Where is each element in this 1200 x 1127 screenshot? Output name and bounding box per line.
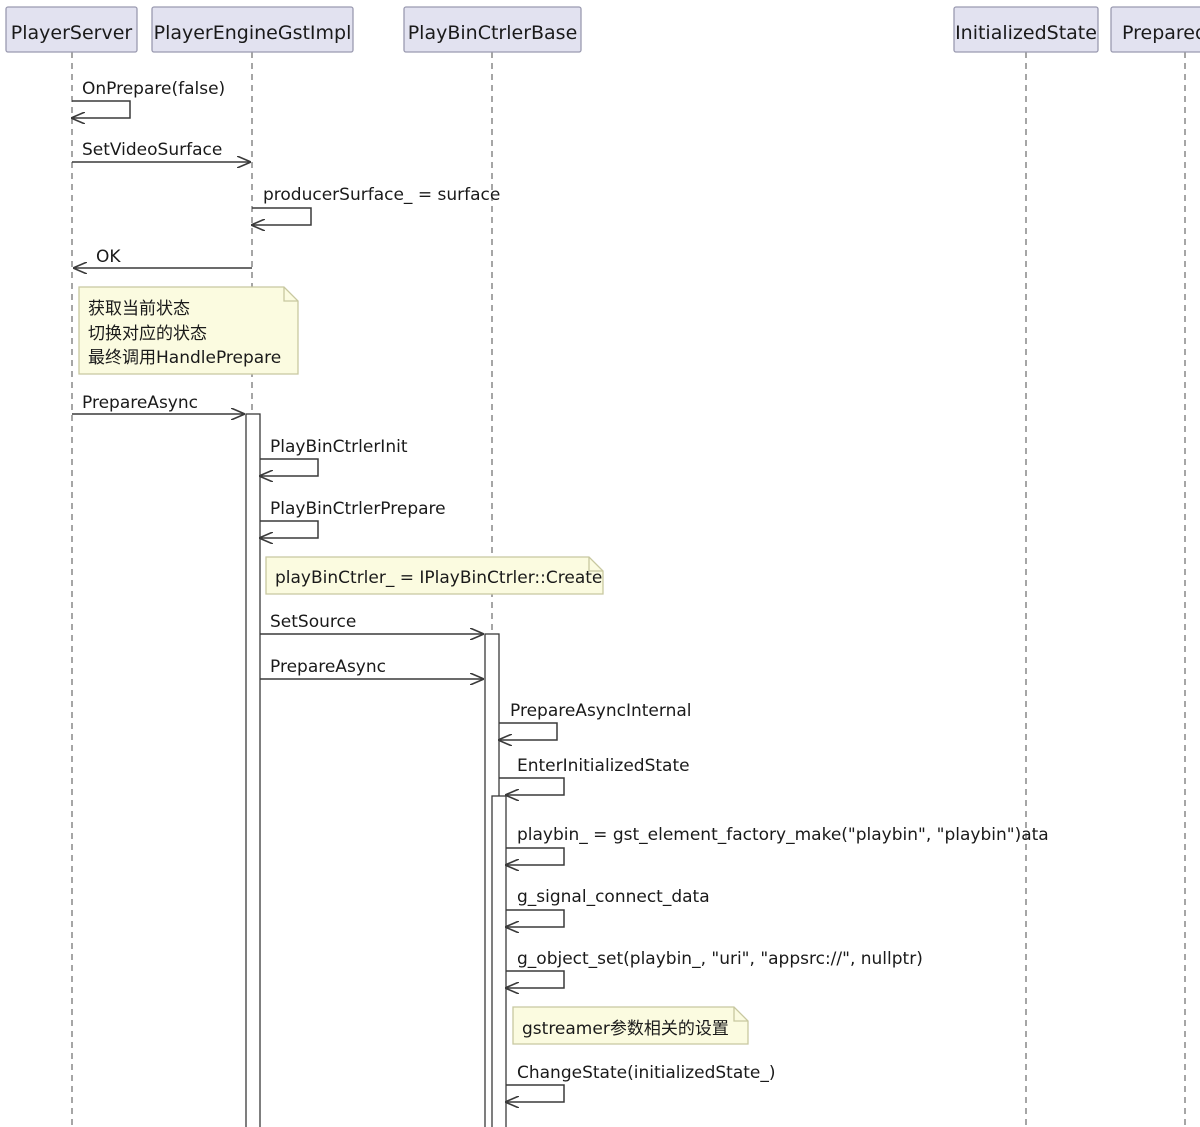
message-label: SetSource bbox=[270, 612, 356, 632]
activation-bar-pb-nested bbox=[491, 795, 507, 1127]
message-label: PlayBinCtrlerInit bbox=[270, 437, 408, 457]
message-label: playbin_ = gst_element_factory_make("pla… bbox=[517, 825, 1049, 845]
participant-initialized-state: InitializedState bbox=[953, 6, 1099, 53]
message-label: g_object_set(playbin_, "uri", "appsrc://… bbox=[517, 949, 923, 969]
message-on-prepare: OnPrepare(false) bbox=[72, 79, 225, 118]
message-producer-surface: producerSurface_ = surface bbox=[252, 185, 500, 225]
participant-label: InitializedState bbox=[955, 22, 1097, 44]
note-playbin-ctrler-create: playBinCtrler_ = IPlayBinCtrler::Create bbox=[265, 556, 604, 595]
message-label: EnterInitializedState bbox=[517, 756, 690, 776]
participant-label: Prepared bbox=[1122, 22, 1200, 44]
message-label: PrepareAsync bbox=[82, 393, 198, 413]
message-ok: OK bbox=[74, 247, 252, 268]
message-label: OK bbox=[96, 247, 121, 267]
participant-label: PlayerServer bbox=[11, 22, 133, 44]
message-gst-element-factory-make: playbin_ = gst_element_factory_make("pla… bbox=[506, 825, 1049, 865]
message-label: PlayBinCtrlerPrepare bbox=[270, 499, 446, 519]
note-line: playBinCtrler_ = IPlayBinCtrler::Create bbox=[275, 568, 602, 588]
message-g-signal-connect-data: g_signal_connect_data bbox=[506, 887, 710, 927]
message-change-state: ChangeState(initializedState_) bbox=[506, 1063, 776, 1102]
participant-label: PlayBinCtrlerBase bbox=[408, 22, 578, 44]
note-gstreamer-settings: gstreamer参数相关的设置 bbox=[512, 1006, 749, 1045]
note-line: 切换对应的状态 bbox=[88, 324, 207, 344]
message-label: PrepareAsync bbox=[270, 657, 386, 677]
message-g-object-set: g_object_set(playbin_, "uri", "appsrc://… bbox=[506, 949, 923, 988]
message-prepare-async-internal: PrepareAsyncInternal bbox=[499, 701, 692, 740]
participant-player-engine: PlayerEngineGstImpl bbox=[151, 6, 354, 53]
activation-bar-pe bbox=[245, 413, 261, 1127]
participant-playbin-ctrler-base: PlayBinCtrlerBase bbox=[403, 6, 582, 53]
message-label: PrepareAsyncInternal bbox=[510, 701, 692, 721]
note-line: 最终调用HandlePrepare bbox=[88, 348, 281, 368]
message-label: ChangeState(initializedState_) bbox=[517, 1063, 776, 1083]
participant-label: PlayerEngineGstImpl bbox=[154, 22, 352, 44]
note-line: 获取当前状态 bbox=[88, 299, 190, 319]
message-enter-initialized-state: EnterInitializedState bbox=[499, 756, 690, 795]
message-set-video-surface: SetVideoSurface bbox=[72, 140, 250, 162]
message-label: g_signal_connect_data bbox=[517, 887, 710, 907]
message-playbin-ctrler-prepare: PlayBinCtrlerPrepare bbox=[260, 499, 446, 538]
participant-prepared: Prepared bbox=[1110, 6, 1200, 53]
message-prepare-async-2: PrepareAsync bbox=[260, 657, 483, 679]
message-label: OnPrepare(false) bbox=[82, 79, 225, 99]
sequence-diagram: PlayerServer PlayerEngineGstImpl PlayBin… bbox=[5, 6, 1200, 1127]
message-set-source: SetSource bbox=[260, 612, 483, 634]
message-playbin-ctrler-init: PlayBinCtrlerInit bbox=[260, 437, 408, 476]
message-label: producerSurface_ = surface bbox=[263, 185, 500, 205]
participant-player-server: PlayerServer bbox=[5, 6, 138, 53]
message-prepare-async-1: PrepareAsync bbox=[72, 393, 244, 414]
message-label: SetVideoSurface bbox=[82, 140, 222, 160]
note-state-switch: 获取当前状态 切换对应的状态 最终调用HandlePrepare bbox=[78, 286, 299, 375]
note-line: gstreamer参数相关的设置 bbox=[522, 1019, 729, 1039]
